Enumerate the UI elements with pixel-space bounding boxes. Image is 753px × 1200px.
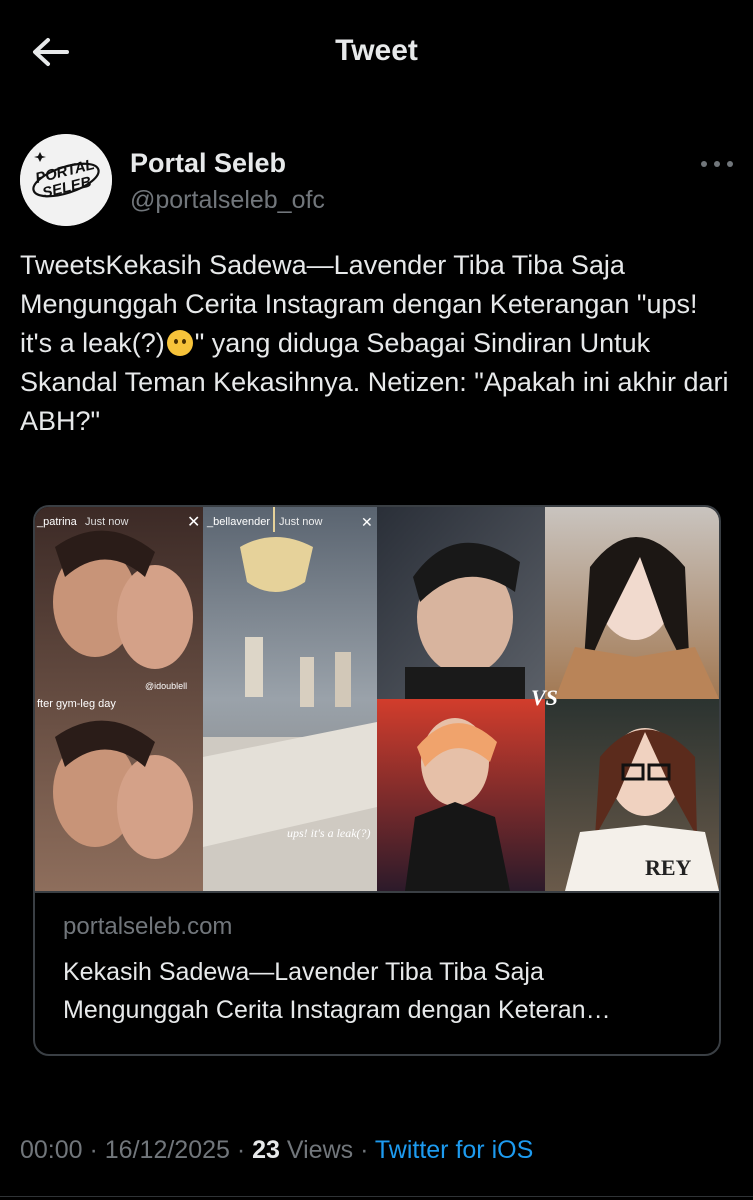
tweet-meta: 00:00 · 16/12/2025 · 23 Views · Twitter … [20, 1136, 533, 1165]
avatar[interactable]: PORTAL SELEB [20, 134, 112, 226]
card-meta: portalseleb.com Kekasih Sadewa—Lavender … [35, 891, 719, 1054]
dot [714, 161, 720, 167]
card-title-line1: Kekasih Sadewa—Lavender Tiba Tiba Saja [63, 958, 544, 986]
card-title: Kekasih Sadewa—Lavender Tiba Tiba Saja M… [63, 953, 703, 1029]
top-bar: Tweet [0, 0, 753, 104]
story2-caption: ups! it's a leak(?) [287, 826, 371, 840]
story1-tag: @idoublell [145, 681, 187, 691]
card-title-line2: Mengunggah Cerita Instagram dengan Keter… [63, 996, 611, 1024]
author-name[interactable]: Portal Seleb [130, 148, 286, 179]
photo-woman-top [545, 507, 719, 699]
story-panel-bellavender: _bellavender Just now ✕ ups! it's a leak… [203, 507, 377, 891]
more-button[interactable] [701, 152, 733, 176]
card-domain: portalseleb.com [63, 913, 233, 940]
story1-caption: fter gym-leg day [37, 698, 116, 710]
story-panel-patrina: _patrina Just now ✕ @idoublell fter gym-… [35, 507, 203, 891]
divider [0, 1196, 753, 1197]
photo-man-bottom [377, 699, 545, 891]
views-count: 23 [252, 1136, 280, 1164]
page-title: Tweet [335, 34, 418, 67]
photo-woman-bottom: REY [545, 699, 719, 891]
card-image[interactable]: _patrina Just now ✕ @idoublell fter gym-… [35, 507, 719, 891]
shirt-text: REY [645, 855, 692, 880]
tweet-source-link[interactable]: Twitter for iOS [375, 1136, 533, 1164]
tweet-text: TweetsKekasih Sadewa—Lavender Tiba Tiba … [20, 246, 735, 441]
face-hand-over-mouth-icon [166, 330, 193, 356]
story2-time: Just now [279, 516, 322, 528]
views-label: Views [279, 1136, 354, 1164]
story2-user: _bellavender [206, 516, 270, 528]
author-handle[interactable]: @portalseleb_ofc [130, 186, 325, 215]
story2-close-icon: ✕ [361, 515, 373, 531]
meta-separator: · [353, 1136, 375, 1164]
tweet-author: PORTAL SELEB Portal Seleb @portalseleb_o… [20, 134, 733, 226]
story1-time: Just now [85, 516, 128, 528]
more-horizontal-icon [701, 161, 707, 167]
story1-user: _patrina [36, 516, 78, 528]
photo-man-top [377, 507, 545, 699]
story1-close-icon: ✕ [187, 512, 200, 531]
link-preview-card[interactable]: _patrina Just now ✕ @idoublell fter gym-… [33, 505, 721, 1056]
dot [727, 161, 733, 167]
tweet-date[interactable]: 16/12/2025 [105, 1136, 230, 1164]
tweet-time[interactable]: 00:00 [20, 1136, 83, 1164]
meta-separator: · [82, 1136, 105, 1164]
portal-seleb-logo: PORTAL SELEB [20, 134, 112, 226]
meta-separator: · [229, 1136, 253, 1164]
vs-label: VS [531, 685, 558, 710]
